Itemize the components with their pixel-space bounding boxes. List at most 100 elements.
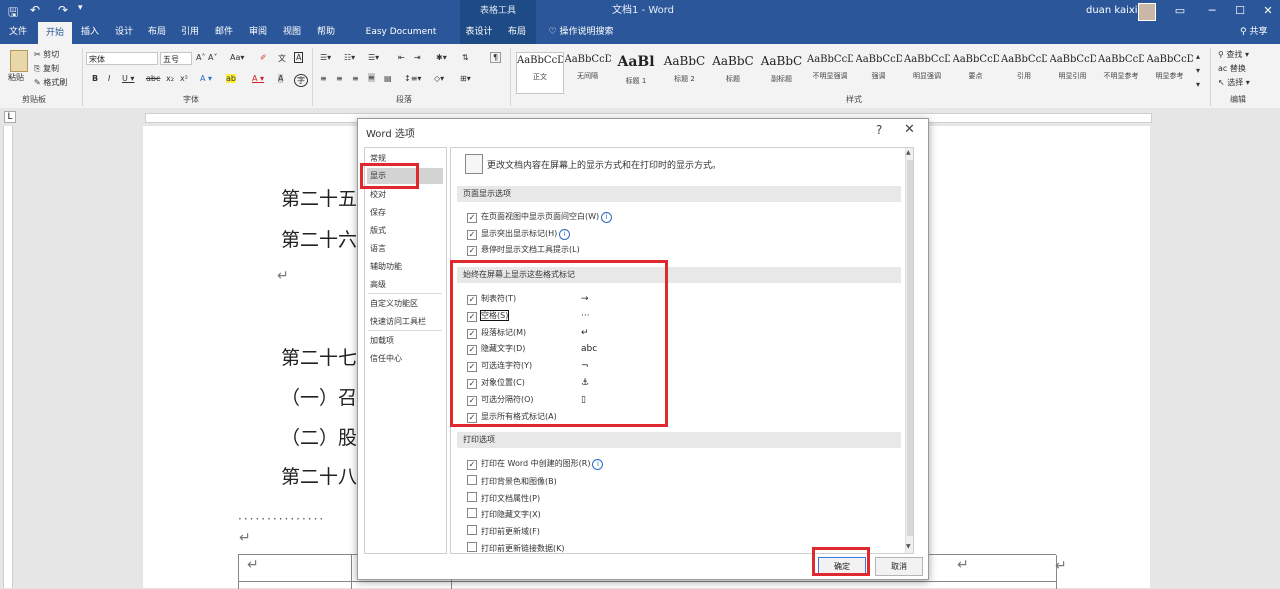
close-icon[interactable]: ✕ <box>904 122 915 137</box>
style-item[interactable]: AaBbC 标题 2 <box>662 52 708 92</box>
distributed-icon[interactable]: ▤ <box>384 74 392 83</box>
italic-icon[interactable]: I <box>108 74 110 83</box>
tab-review[interactable]: 审阅 <box>244 22 272 44</box>
table-cell[interactable]: ↵ <box>239 555 352 589</box>
paste-icon[interactable] <box>10 50 28 72</box>
checkbox[interactable]: ✓ <box>467 246 477 256</box>
cancel-button[interactable]: 取消 <box>875 557 923 576</box>
avatar[interactable] <box>1138 3 1156 21</box>
style-item[interactable]: AaBbCcD 明显参考 <box>1147 52 1193 92</box>
checkbox[interactable] <box>467 525 477 536</box>
change-case-icon[interactable]: Aa▾ <box>230 53 244 62</box>
highlight-color-icon[interactable]: ab <box>226 74 236 83</box>
select-button[interactable]: ↖ 选择 ▾ <box>1218 77 1250 88</box>
info-icon[interactable]: i <box>559 228 571 240</box>
replace-button[interactable]: ac 替换 <box>1218 63 1246 74</box>
tab-file[interactable]: 文件 <box>4 22 32 44</box>
style-item[interactable]: AaBbCcD 强调 <box>856 52 902 92</box>
gallery-scroll-up-icon[interactable]: ▴ <box>1196 52 1200 61</box>
nav-proofing[interactable]: 校对 <box>370 189 386 200</box>
option-row[interactable]: ✓ 可选连字符(Y) ¬ <box>467 360 589 373</box>
style-item[interactable]: AaBbC 副标题 <box>759 52 805 92</box>
checkbox[interactable]: ✓ <box>467 311 477 322</box>
share-button[interactable]: ⚲ 共享 <box>1240 22 1267 42</box>
info-icon[interactable]: i <box>592 459 604 470</box>
scroll-down-icon[interactable]: ▼ <box>906 543 911 550</box>
paste-button[interactable]: 粘贴 <box>8 72 24 83</box>
scroll-thumb[interactable] <box>907 160 913 536</box>
tab-references[interactable]: 引用 <box>176 22 204 44</box>
grow-font-icon[interactable]: A˄ A˅ <box>196 53 218 62</box>
checkbox[interactable]: ✓ <box>467 295 477 305</box>
nav-language[interactable]: 语言 <box>370 243 386 254</box>
nav-advanced[interactable]: 高级 <box>370 279 386 290</box>
checkbox[interactable] <box>467 474 477 485</box>
option-row[interactable]: ✓ 空格(S) ··· <box>467 309 590 322</box>
nav-customize-ribbon[interactable]: 自定义功能区 <box>370 298 418 309</box>
style-item[interactable]: AaBl 标题 1 <box>613 52 659 92</box>
checkbox[interactable] <box>467 508 477 519</box>
align-right-icon[interactable]: ≡ <box>352 74 359 83</box>
checkbox[interactable]: ✓ <box>467 328 477 339</box>
tab-layout[interactable]: 布局 <box>143 22 171 44</box>
show-formatting-marks-icon[interactable]: ¶ <box>490 52 502 63</box>
tab-table-layout[interactable]: 布局 <box>498 22 536 44</box>
char-border-icon[interactable]: A <box>294 52 304 63</box>
style-item[interactable]: AaBbCcD 要点 <box>953 52 999 92</box>
option-row[interactable]: ✓ 在页面视图中显示页面间空白(W) i <box>467 211 613 223</box>
checkbox[interactable]: ✓ <box>467 213 477 223</box>
option-row[interactable]: 打印隐藏文字(X) <box>467 508 541 520</box>
undo-icon[interactable]: ↶ <box>30 3 40 17</box>
nav-add-ins[interactable]: 加载项 <box>370 335 394 346</box>
option-row[interactable]: 打印背景色和图像(B) <box>467 474 557 487</box>
justify-icon[interactable]: ≡ <box>368 73 375 82</box>
nav-quick-access-toolbar[interactable]: 快速访问工具栏 <box>370 316 426 327</box>
option-row[interactable]: 打印文档属性(P) <box>467 491 540 504</box>
redo-icon[interactable]: ↷ <box>58 3 68 17</box>
nav-trust-center[interactable]: 信任中心 <box>370 353 402 364</box>
scroll-up-icon[interactable]: ▲ <box>906 149 911 156</box>
style-item[interactable]: AaBbCcD 无间隔 <box>565 52 611 92</box>
checkbox[interactable]: ✓ <box>467 379 477 389</box>
tab-view[interactable]: 视图 <box>278 22 306 44</box>
help-icon[interactable]: ? <box>876 123 882 137</box>
option-row[interactable]: ✓ 悬停时显示文档工具提示(L) <box>467 244 580 256</box>
close-button[interactable]: ✕ <box>1252 0 1280 22</box>
tab-insert[interactable]: 插入 <box>76 22 104 44</box>
line-spacing-icon[interactable]: ↕≡▾ <box>404 74 421 83</box>
option-row[interactable]: ✓ 显示所有格式标记(A) <box>467 411 557 423</box>
checkbox[interactable]: ✓ <box>467 395 477 406</box>
option-row[interactable]: 打印前更新链接数据(K) <box>467 542 565 553</box>
style-item[interactable]: AaBbCcD 正文 <box>516 52 564 94</box>
align-center-icon[interactable]: ≡ <box>336 74 343 83</box>
underline-icon[interactable]: U ▾ <box>122 74 134 83</box>
text-effects-icon[interactable]: A ▾ <box>200 74 212 83</box>
ok-button[interactable]: 确定 <box>818 557 866 576</box>
style-item[interactable]: AaBbCcD 不明显参考 <box>1098 52 1144 92</box>
phonetic-guide-icon[interactable]: 文 <box>278 53 286 64</box>
align-left-icon[interactable]: ≡ <box>320 74 327 83</box>
char-shading-icon[interactable]: A <box>278 74 284 83</box>
copy-button[interactable]: ⎘ 复制 <box>34 63 59 74</box>
info-icon[interactable]: i <box>601 212 613 223</box>
table-cell[interactable]: ↵ <box>951 555 1057 589</box>
customize-quick-access-icon[interactable]: ▾ <box>78 3 83 13</box>
find-button[interactable]: ⚲ 查找 ▾ <box>1218 49 1249 60</box>
gallery-more-icon[interactable]: ▾ <box>1196 80 1200 89</box>
shading-icon[interactable]: ◇▾ <box>434 74 444 83</box>
nav-general[interactable]: 常规 <box>370 153 386 164</box>
tab-selector-icon[interactable]: L <box>4 111 16 123</box>
tab-design[interactable]: 设计 <box>110 22 138 44</box>
superscript-icon[interactable]: x² <box>180 74 188 83</box>
checkbox[interactable]: ✓ <box>467 345 477 356</box>
checkbox[interactable]: ✓ <box>467 229 477 240</box>
tab-help[interactable]: 帮助 <box>312 22 340 44</box>
multilevel-list-icon[interactable]: ☰▾ <box>368 53 379 62</box>
cut-button[interactable]: ✂ 剪切 <box>34 49 59 60</box>
borders-icon[interactable]: ⊞▾ <box>460 74 471 83</box>
style-item[interactable]: AaBbCcD 明显引用 <box>1050 52 1096 92</box>
increase-indent-icon[interactable]: ⇥ <box>414 53 421 62</box>
subscript-icon[interactable]: x₂ <box>166 74 174 83</box>
numbering-icon[interactable]: ☷▾ <box>344 53 355 62</box>
gallery-scroll-down-icon[interactable]: ▾ <box>1196 66 1200 75</box>
